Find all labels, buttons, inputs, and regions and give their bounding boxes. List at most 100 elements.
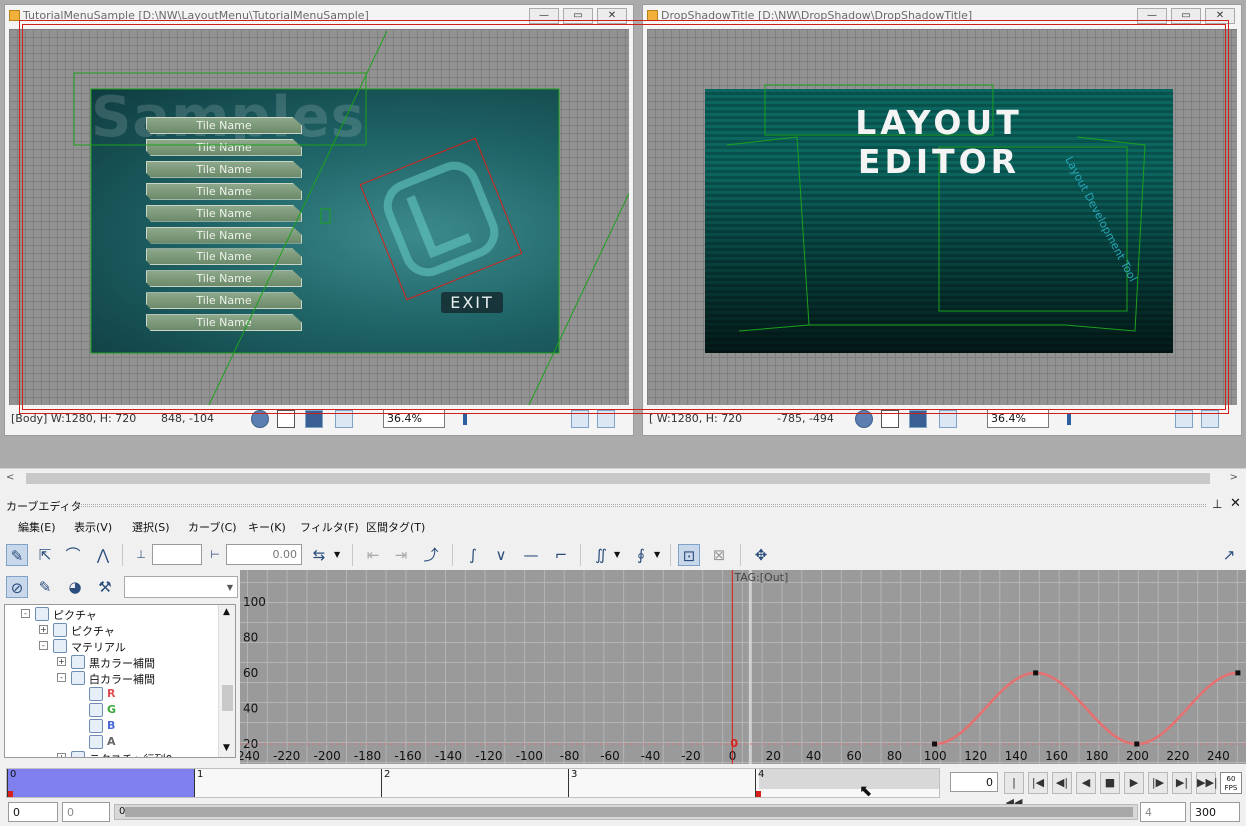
key-point[interactable]	[1134, 741, 1140, 747]
animation-node-icon	[89, 719, 103, 733]
pre-infinity-icon[interactable]: ∬	[590, 544, 612, 566]
collapse-icon[interactable]: -	[57, 673, 66, 682]
zoom-slider-handle[interactable]	[1067, 413, 1071, 425]
curve-editor-panel-header[interactable]: カーブエディタ ⊥ ✕	[0, 495, 1246, 515]
fps-button[interactable]: 60 FPS	[1220, 772, 1242, 794]
expand-icon[interactable]: +	[57, 753, 66, 757]
range-scrollbar[interactable]: 0	[114, 804, 1138, 820]
menu-edit[interactable]: 編集(E)	[18, 519, 56, 535]
tree-node[interactable]: - マテリアル	[5, 638, 217, 654]
filter-palette-icon[interactable]: ◕	[64, 576, 86, 598]
play-reverse-icon[interactable]: ◀	[1076, 772, 1096, 794]
curve-view-icon[interactable]: ↗	[1218, 544, 1240, 566]
slope-dropdown-icon[interactable]: ⇆	[308, 544, 330, 566]
tree-node-label: ピクチャ	[53, 609, 97, 622]
linear-icon[interactable]: ∨	[490, 544, 512, 566]
menu-key[interactable]: キー(K)	[248, 519, 286, 535]
scroll-thumb[interactable]	[26, 473, 1210, 484]
pin-icon[interactable]: ⊥	[1212, 497, 1222, 511]
range-end-input[interactable]: 300	[1190, 802, 1240, 822]
curve-editor-menubar: 編集(E) 表示(V) 選択(S) カーブ(C) キー(K) フィルタ(F) 区…	[0, 516, 1246, 538]
scroll-left-icon[interactable]: <	[6, 472, 14, 483]
play-icon[interactable]: ▶	[1124, 772, 1144, 794]
expand-icon[interactable]: +	[39, 625, 48, 634]
range-start-secondary[interactable]: 0	[62, 802, 110, 822]
timeline-section[interactable]: 0	[7, 769, 194, 797]
filter-pen-icon[interactable]: ✎	[34, 576, 56, 598]
go-last-icon[interactable]: ▶▶|	[1196, 772, 1218, 794]
filter-wrench-icon[interactable]: ⚒	[94, 576, 116, 598]
chevron-down-icon[interactable]: ▼	[334, 550, 340, 559]
animation-tree[interactable]: - ピクチャ + ピクチャ - マテリアル + 黒カラー補間 - 白カラー補間RGBA + テクスチャ…	[4, 604, 236, 758]
prev-key-icon[interactable]: ⇤	[362, 544, 384, 566]
zoom-slider-handle[interactable]	[463, 413, 467, 425]
key-point[interactable]	[1235, 670, 1241, 676]
chevron-down-icon[interactable]: ▼	[614, 550, 620, 559]
next-key-icon[interactable]: ⇥	[390, 544, 412, 566]
frame-all-icon[interactable]: ✥	[750, 544, 772, 566]
collapse-icon[interactable]: -	[21, 609, 30, 618]
filter-select[interactable]: ▼	[124, 576, 238, 598]
curve-graph[interactable]: 10080604020-240-220-200-180-160-140-120-…	[240, 570, 1246, 764]
menu-section-tag[interactable]: 区間タグ(T)	[366, 519, 425, 535]
next-section-icon[interactable]: |▶	[1148, 772, 1168, 794]
timeline-section[interactable]: 1	[194, 769, 381, 797]
menu-select[interactable]: 選択(S)	[132, 519, 170, 535]
spline-icon[interactable]: ∫	[462, 544, 484, 566]
snap-icon[interactable]: ⊡	[678, 544, 700, 566]
tree-node[interactable]: + テクスチャ行列0	[5, 750, 217, 757]
key-point[interactable]	[1033, 670, 1039, 676]
collapse-icon[interactable]: -	[39, 641, 48, 650]
timeline-section[interactable]: 2	[381, 769, 568, 797]
add-key-tool-icon[interactable]: ⌒	[62, 544, 84, 566]
tree-node[interactable]: - ピクチャ	[5, 606, 217, 622]
scroll-up-icon[interactable]: ▲	[223, 607, 230, 617]
tree-vscrollbar[interactable]: ▲ ▼	[218, 605, 235, 757]
go-first-icon[interactable]: |◀◀	[1004, 772, 1024, 809]
range-end-secondary[interactable]: 4	[1140, 802, 1186, 822]
scroll-down-icon[interactable]: ▼	[223, 743, 230, 753]
tree-node[interactable]: + 黒カラー補間	[5, 654, 217, 670]
highlight-frame-inner	[22, 24, 1226, 410]
document-area: TutorialMenuSample [D:\NW\LayoutMenu\Tut…	[0, 0, 1246, 468]
tree-node[interactable]: + ピクチャ	[5, 622, 217, 638]
bake-curve-icon[interactable]: ⤴	[420, 544, 442, 566]
snap-off-icon[interactable]: ⊠	[708, 544, 730, 566]
next-key-frame-icon[interactable]: ▶|	[1172, 772, 1192, 794]
expand-icon[interactable]: +	[57, 657, 66, 666]
post-infinity-icon[interactable]: ∮	[630, 544, 652, 566]
section-timeline[interactable]: 01234 ⬉	[6, 768, 942, 800]
close-panel-icon[interactable]: ✕	[1230, 496, 1241, 511]
frame-input[interactable]	[152, 544, 202, 565]
scroll-thumb[interactable]	[222, 685, 233, 711]
select-tool-icon[interactable]: ⇱	[34, 544, 56, 566]
tree-node[interactable]: B	[5, 718, 217, 734]
tree-node[interactable]: A	[5, 734, 217, 750]
curve-graph-svg[interactable]: 10080604020-240-220-200-180-160-140-120-…	[240, 570, 1246, 764]
timeline-section[interactable]: 4	[755, 769, 942, 797]
menu-filter[interactable]: フィルタ(F)	[300, 519, 359, 535]
range-scroll-thumb[interactable]	[125, 807, 1133, 817]
current-frame-input[interactable]: 0	[950, 772, 998, 792]
range-start-input[interactable]: 0	[8, 802, 58, 822]
value-input[interactable]: 0.00	[226, 544, 302, 565]
menu-view[interactable]: 表示(V)	[74, 519, 112, 535]
tree-node[interactable]: R	[5, 686, 217, 702]
key-point[interactable]	[932, 741, 938, 747]
step-icon[interactable]: ⌐	[550, 544, 572, 566]
scroll-right-icon[interactable]: >	[1230, 472, 1238, 483]
tree-node[interactable]: - 白カラー補間	[5, 670, 217, 686]
stop-icon[interactable]: ■	[1100, 772, 1120, 794]
menu-curve[interactable]: カーブ(C)	[188, 519, 237, 535]
x-tick-label: -160	[394, 749, 421, 763]
timeline-section[interactable]: 3	[568, 769, 755, 797]
tree-node[interactable]: G	[5, 702, 217, 718]
document-area-hscrollbar[interactable]: < >	[0, 468, 1246, 488]
prev-section-icon[interactable]: ◀|	[1052, 772, 1072, 794]
edit-tool-icon[interactable]: ✎	[6, 544, 28, 566]
filter-curve-icon[interactable]: ⊘	[6, 576, 28, 598]
chevron-down-icon[interactable]: ▼	[654, 550, 660, 559]
constant-icon[interactable]: —	[520, 544, 542, 566]
prev-key-frame-icon[interactable]: |◀	[1028, 772, 1048, 794]
insert-key-tool-icon[interactable]: ⋀	[92, 544, 114, 566]
